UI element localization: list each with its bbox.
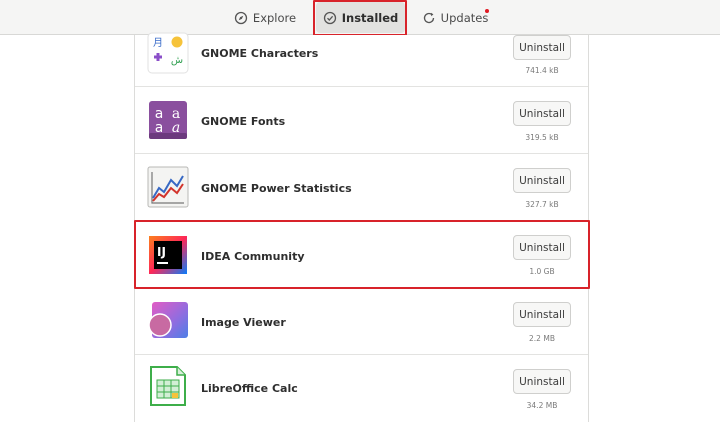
header-bar: Explore Installed Updates (0, 0, 720, 36)
compass-icon (234, 11, 248, 25)
app-name: GNOME Fonts (201, 115, 286, 128)
list-item: LibreOffice Calc Uninstall 34.2 MB (135, 355, 588, 422)
app-size: 741.4 kB (525, 66, 559, 75)
tab-updates-label: Updates (440, 10, 489, 25)
tab-updates[interactable]: Updates (414, 3, 496, 32)
tab-explore-label: Explore (252, 10, 297, 25)
list-item: GNOME Power Statistics Uninstall 327.7 k… (135, 154, 588, 221)
power-statistics-icon (147, 166, 189, 208)
svg-text:a: a (155, 120, 163, 136)
app-name: Image Viewer (201, 316, 286, 329)
app-size: 34.2 MB (526, 401, 558, 410)
app-name: GNOME Characters (201, 47, 319, 60)
fonts-icon: a a a a (147, 99, 189, 141)
app-size: 2.2 MB (529, 334, 555, 343)
app-size: 319.5 kB (525, 133, 559, 142)
app-name: LibreOffice Calc (201, 382, 298, 395)
highlight-box-idea-community (134, 220, 590, 289)
image-viewer-icon (147, 300, 189, 342)
software-window: Explore Installed Updates 月 ش GNOME Char… (0, 0, 720, 422)
characters-icon: 月 ش (147, 32, 189, 74)
notification-dot (485, 9, 489, 13)
list-item: 月 ش GNOME Characters Uninstall 741.4 kB (135, 32, 588, 87)
libreoffice-calc-icon (147, 365, 189, 407)
uninstall-button[interactable]: Uninstall (513, 302, 571, 327)
list-item: Image Viewer Uninstall 2.2 MB (135, 288, 588, 355)
uninstall-button[interactable]: Uninstall (513, 101, 571, 126)
svg-text:a: a (172, 120, 180, 136)
uninstall-button[interactable]: Uninstall (513, 369, 571, 394)
app-name: GNOME Power Statistics (201, 182, 352, 195)
uninstall-button[interactable]: Uninstall (513, 168, 571, 193)
svg-text:月: 月 (153, 37, 163, 49)
uninstall-button[interactable]: Uninstall (513, 35, 571, 60)
list-item: a a a a GNOME Fonts Uninstall 319.5 kB (135, 87, 588, 154)
tab-explore[interactable]: Explore (226, 3, 304, 32)
svg-text:ش: ش (171, 55, 183, 66)
app-size: 327.7 kB (525, 200, 559, 209)
highlight-box-installed (313, 0, 407, 36)
refresh-icon (422, 11, 436, 25)
